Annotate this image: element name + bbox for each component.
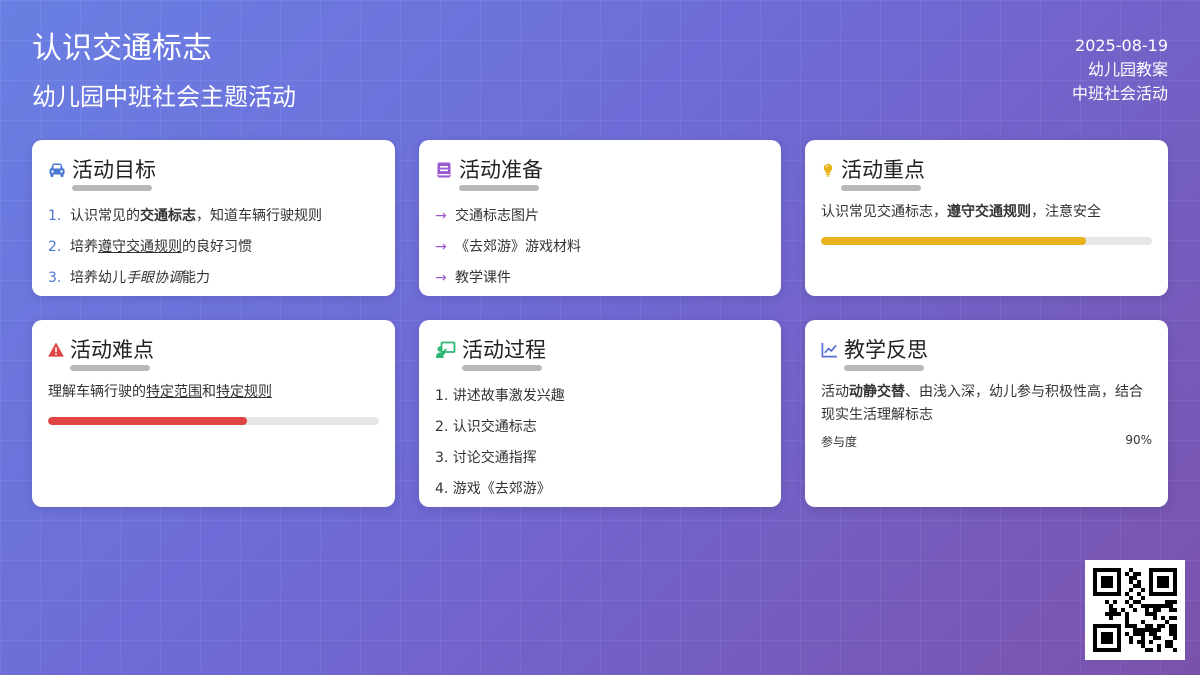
list-item: 1. 讲述故事激发兴趣 — [435, 388, 565, 404]
arrow-right-icon: → — [435, 208, 447, 224]
list-item: 1. 认识常见的交通标志，知道车辆行驶规则 — [48, 208, 322, 224]
list-item: 2. 认识交通标志 — [435, 419, 537, 435]
title-underline — [462, 365, 542, 371]
card-title: 活动重点 — [841, 158, 925, 182]
doc-type-text: 幼儿园教案 — [1087, 60, 1168, 79]
progress-fill — [48, 417, 247, 425]
card-title: 教学反思 — [844, 338, 928, 362]
qr-code-image — [1093, 568, 1177, 652]
page-title: 认识交通标志 — [32, 31, 212, 66]
reflection-text: 活动动静交替、由浅入深，幼儿参与积极性高，结合现实生活理解标志 — [821, 384, 1143, 423]
card-reflection: 教学反思 活动动静交替、由浅入深，幼儿参与积极性高，结合现实生活理解标志 参与度… — [805, 320, 1168, 507]
teacher-board-icon — [436, 341, 456, 358]
difficulty-progress-bar — [48, 417, 379, 425]
header-meta: 2025-08-19 幼儿园教案 中班社会活动 — [1072, 34, 1168, 106]
list-item: 4. 游戏《去郊游》 — [435, 481, 551, 497]
car-icon — [49, 163, 65, 177]
title-underline — [459, 185, 539, 191]
list-item: 3. 培养幼儿手眼协调能力 — [48, 270, 210, 286]
list-item: 3. 讨论交通指挥 — [435, 450, 537, 466]
warning-icon — [48, 342, 64, 357]
card-preparation: 活动准备 → 交通标志图片 → 《去郊游》游戏材料 → 教学课件 — [419, 140, 781, 296]
meter-label: 参与度 — [821, 435, 858, 449]
card-focus: 活动重点 认识常见交通标志，遵守交通规则，注意安全 — [805, 140, 1168, 296]
card-title: 活动目标 — [72, 158, 156, 182]
list-item: 2. 培养遵守交通规则的良好习惯 — [48, 239, 252, 255]
card-title: 活动过程 — [462, 338, 546, 362]
title-underline — [844, 365, 924, 371]
line-chart-icon — [821, 342, 838, 358]
focus-progress-bar — [821, 237, 1152, 245]
card-title: 活动难点 — [70, 338, 154, 362]
title-underline — [72, 185, 152, 191]
title-underline — [70, 365, 150, 371]
card-goals: 活动目标 1. 认识常见的交通标志，知道车辆行驶规则 2. 培养遵守交通规则的良… — [32, 140, 395, 296]
page-subtitle: 幼儿园中班社会主题活动 — [32, 83, 296, 111]
progress-fill — [821, 237, 1086, 245]
card-title: 活动准备 — [459, 158, 543, 182]
list-item: → 《去郊游》游戏材料 — [435, 237, 765, 268]
focus-text: 认识常见交通标志，遵守交通规则，注意安全 — [821, 204, 1101, 220]
lightbulb-icon — [823, 163, 833, 177]
card-process: 活动过程 1. 讲述故事激发兴趣 2. 认识交通标志 3. 讨论交通指挥 4. … — [419, 320, 781, 507]
arrow-right-icon: → — [435, 270, 447, 286]
arrow-right-icon: → — [435, 239, 447, 255]
book-icon — [437, 162, 451, 178]
participation-meter: 参与度 90% — [821, 433, 1152, 450]
page-header: 认识交通标志 幼儿园中班社会主题活动 — [32, 30, 296, 112]
difficulty-text: 理解车辆行驶的特定范围和特定规则 — [48, 384, 272, 400]
title-underline — [841, 185, 921, 191]
list-item: → 交通标志图片 — [435, 206, 765, 237]
date-text: 2025-08-19 — [1075, 36, 1168, 55]
category-text: 中班社会活动 — [1071, 84, 1168, 103]
meter-value: 90% — [1125, 433, 1152, 447]
list-item: → 教学课件 — [435, 268, 765, 299]
qr-code — [1085, 560, 1185, 660]
card-difficulty: 活动难点 理解车辆行驶的特定范围和特定规则 — [32, 320, 395, 507]
